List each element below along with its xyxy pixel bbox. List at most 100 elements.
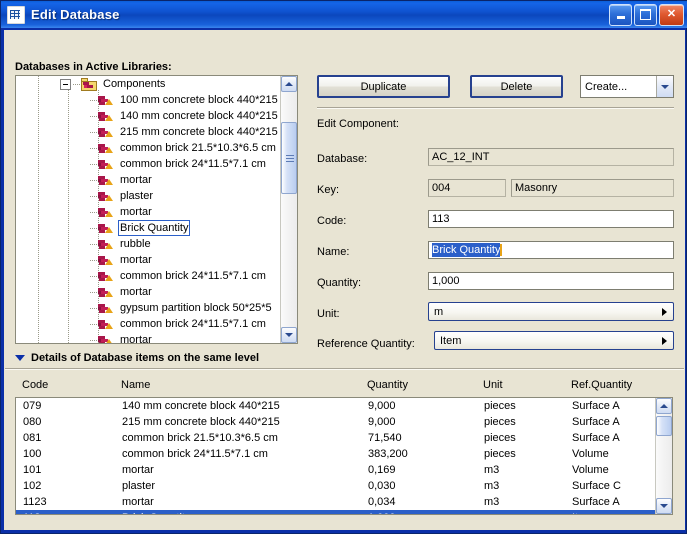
name-label: Name: [317,246,350,258]
minimize-button[interactable] [609,3,632,26]
brick-icon [98,255,114,266]
tree-item[interactable]: mortar [16,204,280,220]
table-row[interactable]: 081 common brick 21.5*10.3*6.5 cm 71,540 pi… [16,430,655,446]
triangle-down-icon[interactable] [15,355,25,361]
duplicate-button[interactable]: Duplicate [317,75,450,98]
tree-item[interactable]: mortar [16,332,280,343]
tree-item[interactable]: 140 mm concrete block 440*215 [16,108,280,124]
details-table-header: Code Name Quantity Unit Ref.Quantity [15,379,670,395]
tree-connector [90,115,97,117]
table-row[interactable]: 100 common brick 24*11.5*7.1 cm 383,200 pie… [16,446,655,462]
details-scroll-up-icon[interactable] [656,398,672,414]
details-vertical-scrollbar[interactable] [655,398,672,514]
tree-vertical-scrollbar[interactable] [280,76,297,343]
tree-item-label: gypsum partition block 50*25*5 [120,302,272,314]
table-cell-ref: Item [572,510,593,514]
tree-item-label: mortar [120,174,152,186]
tree-item-label: 100 mm concrete block 440*215 [120,94,278,106]
scroll-down-icon[interactable] [281,327,297,343]
unit-dropdown[interactable]: m [428,302,674,321]
brick-icon [98,239,114,250]
table-row[interactable]: 113 Brick Quantity 1,000 m Item [16,510,655,514]
reference-quantity-dropdown[interactable]: Item [434,331,674,350]
tree-item-label: common brick 24*11.5*7.1 cm [120,318,266,330]
dropdown-arrow-icon-2[interactable] [655,337,673,345]
brick-icon [98,191,114,202]
details-scroll-down-icon[interactable] [656,498,672,514]
table-cell-quantity: 9,000 [368,416,396,428]
delete-button[interactable]: Delete [470,75,563,98]
tree-connector [90,339,97,341]
database-tree[interactable]: Components 100 mm concrete block 440*215… [15,75,298,344]
brick-icon [98,95,114,106]
tree-connector [90,99,97,101]
toolbar-divider [317,107,674,109]
quantity-input[interactable]: 1,000 [428,272,674,290]
chevron-down-icon[interactable] [656,76,673,97]
window-controls: ✕ [609,3,684,26]
tree-connector [90,211,97,213]
tree-item[interactable]: Brick Quantity [16,220,280,236]
unit-label: Unit: [317,308,340,320]
scroll-up-icon[interactable] [281,76,297,92]
tree-connector [90,195,97,197]
table-cell-quantity: 383,200 [368,448,408,460]
tree-item-label: rubble [120,238,151,250]
tree-scroll-thumb[interactable] [281,122,297,194]
tree-item-label: mortar [120,206,152,218]
table-cell-ref: Surface C [572,480,621,492]
dropdown-arrow-icon[interactable] [655,308,673,316]
table-row[interactable]: 079 140 mm concrete block 440*215 9,000 pie… [16,398,655,414]
maximize-button[interactable] [634,3,657,26]
brick-icon [98,319,114,330]
details-table[interactable]: 079 140 mm concrete block 440*215 9,000 pie… [15,397,673,515]
name-input[interactable]: Brick Quantity [428,241,674,259]
tree-item[interactable]: common brick 21.5*10.3*6.5 cm [16,140,280,156]
database-label: Database: [317,153,368,165]
tree-connector [90,147,97,149]
database-value: AC_12_INT [428,148,674,166]
brick-icon [98,223,114,234]
table-cell-code: 1123 [23,496,47,508]
tree-item[interactable]: gypsum partition block 50*25*5 [16,300,280,316]
tree-root-components[interactable]: Components [16,76,280,92]
table-cell-code: 102 [23,480,42,492]
tree-item-label: common brick 21.5*10.3*6.5 cm [120,142,276,154]
reference-quantity-label: Reference Quantity: [317,338,415,350]
tree-item-label: mortar [120,254,152,266]
create-dropdown[interactable]: Create... [580,75,674,98]
table-cell-unit: m3 [484,464,500,476]
table-cell-ref: Surface A [572,496,620,508]
table-cell-quantity: 0,169 [368,464,396,476]
tree-item[interactable]: mortar [16,252,280,268]
code-input[interactable]: 113 [428,210,674,228]
close-button[interactable]: ✕ [659,3,684,26]
tree-item[interactable]: common brick 24*11.5*7.1 cm [16,316,280,332]
tree-item[interactable]: 215 mm concrete block 440*215 [16,124,280,140]
table-cell-name: common brick 21.5*10.3*6.5 cm [122,432,278,444]
tree-item[interactable]: common brick 24*11.5*7.1 cm [16,268,280,284]
table-row[interactable]: 101 mortar 0,169 m3 Volume [16,462,655,478]
create-dropdown-label: Create... [585,80,628,93]
table-cell-unit: pieces [484,400,516,412]
tree-item[interactable]: mortar [16,172,280,188]
tree-item[interactable]: 100 mm concrete block 440*215 [16,92,280,108]
table-row[interactable]: 1123 mortar 0,034 m3 Surface A [16,494,655,510]
table-cell-unit: m3 [484,496,500,508]
collapse-icon[interactable] [60,78,71,90]
tree-item-label: mortar [120,286,152,298]
brick-icon [98,271,114,282]
details-scroll-thumb[interactable] [656,416,672,436]
tree-item[interactable]: rubble [16,236,280,252]
tree-root-label: Components [103,78,166,90]
table-row[interactable]: 102 plaster 0,030 m3 Surface C [16,478,655,494]
tree-item[interactable]: plaster [16,188,280,204]
tree-connector [90,243,97,245]
table-row[interactable]: 080 215 mm concrete block 440*215 9,000 pie… [16,414,655,430]
tree-item[interactable]: common brick 24*11.5*7.1 cm [16,156,280,172]
tree-item[interactable]: mortar [16,284,280,300]
table-cell-ref: Volume [572,464,609,476]
table-cell-code: 081 [23,432,42,444]
edit-component-title: Edit Component: [317,118,399,130]
details-section-header[interactable]: Details of Database items on the same le… [15,352,259,364]
